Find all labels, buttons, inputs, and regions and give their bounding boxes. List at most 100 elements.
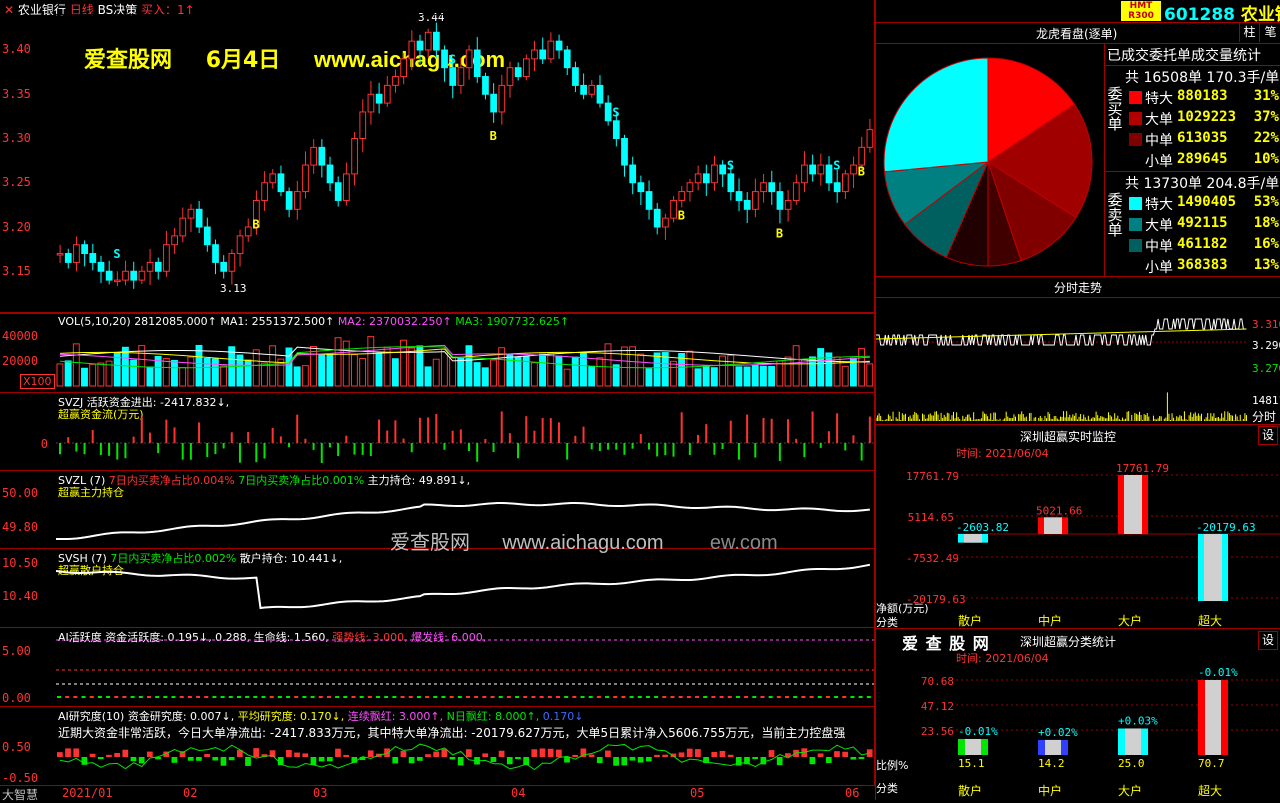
bi-button[interactable]: 笔 xyxy=(1259,23,1280,42)
sell-label: 小单 xyxy=(1145,260,1173,276)
class-bar-inner xyxy=(1125,728,1141,755)
volume-bar xyxy=(710,367,718,387)
sell-value: 1490405 xyxy=(1177,194,1237,210)
buy-row: 小单 289645 10% xyxy=(1125,150,1280,170)
activity-bar xyxy=(678,696,683,698)
research-bar xyxy=(318,757,325,762)
monitor-bar-value: 17761.79 xyxy=(1116,462,1169,475)
svzj-chart xyxy=(56,411,874,463)
activity-bar xyxy=(735,696,740,698)
research-bar xyxy=(204,754,210,757)
fenshi-axis-2: 3.270 xyxy=(1252,362,1280,375)
research-bar xyxy=(294,752,300,757)
candle-body xyxy=(154,261,162,272)
activity-bar xyxy=(629,696,634,698)
candle-body xyxy=(850,164,857,175)
sell-signal: S xyxy=(113,247,120,261)
activity-bar xyxy=(146,696,151,698)
class-unit: 比例% xyxy=(876,759,909,772)
research-bar xyxy=(57,752,63,757)
class-stats-chart: -0.01% 15.1 散户 +0.02% 14.2 中户 +0.03% 25.0 大户 -0.0… xyxy=(956,666,1280,798)
activity-bar xyxy=(842,696,847,698)
research-bar xyxy=(727,754,734,757)
activity-bar xyxy=(89,696,94,698)
close-icon[interactable]: ✕ xyxy=(4,3,14,17)
candle-body xyxy=(122,270,129,281)
research-bar xyxy=(302,753,309,757)
class-axis-1: 47.12 xyxy=(920,700,954,713)
order-stats: 已成交委托单成交量统计 委买单 共 16508单 170.3手/单 特大 8801… xyxy=(1104,43,1280,276)
volume-bar xyxy=(375,352,383,387)
zhu-button[interactable]: 柱 xyxy=(1239,23,1259,42)
candle-body xyxy=(637,182,645,193)
buy-label: 小单 xyxy=(1145,154,1173,170)
price-axis-4: 3.20 xyxy=(2,220,31,234)
activity-bar xyxy=(400,696,405,698)
activity-bar xyxy=(588,696,593,698)
candlestick-chart[interactable]: S B S B S B S B S B xyxy=(56,0,874,312)
research-bar xyxy=(850,757,857,760)
fenshi-label[interactable]: 分时 xyxy=(1252,408,1276,425)
research-bar xyxy=(654,754,660,757)
volume-bar xyxy=(653,352,661,387)
class-settings-button[interactable]: 设 xyxy=(1258,631,1278,650)
ai-research-panel[interactable]: AI研究度(10) 资金研究度: 0.007↓, 平均研究度: 0.170↓, … xyxy=(0,706,875,786)
buy-value: 613035 xyxy=(1177,130,1228,146)
volume-bar xyxy=(743,366,751,387)
volume-bar xyxy=(539,353,547,387)
research-bar xyxy=(400,750,407,757)
candle-body xyxy=(498,84,506,113)
candle-body xyxy=(670,199,677,219)
order-pie-chart xyxy=(883,57,1093,267)
activity-bar xyxy=(384,696,389,698)
intraday-chart[interactable] xyxy=(876,297,1248,423)
candle-body xyxy=(482,76,489,95)
activity-bar xyxy=(155,696,160,698)
volume-bar xyxy=(784,356,792,387)
activity-bar xyxy=(834,696,839,698)
candle-body xyxy=(760,182,767,193)
activity-bar xyxy=(654,696,659,698)
buy-pct: 31% xyxy=(1253,88,1279,104)
ai-active-axis-1: 0.00 xyxy=(2,691,31,705)
monitor-settings-button[interactable]: 设 xyxy=(1258,426,1278,445)
ai-research-axis-0: 0.50 xyxy=(2,740,31,754)
activity-bar xyxy=(670,696,675,698)
date-tick-5: 06 xyxy=(845,786,860,800)
volume-bar xyxy=(146,366,154,387)
candle-body xyxy=(244,226,252,237)
volume-bar xyxy=(367,336,375,387)
buy-pct: 37% xyxy=(1253,109,1279,125)
candle-body xyxy=(400,58,408,78)
kline-panel[interactable]: ✕ 农业银行 日线 BS决策 买入：1↑ 爱查股网 6月4日 www.aicha… xyxy=(0,0,875,313)
candle-body xyxy=(64,253,72,263)
research-bar xyxy=(310,757,317,766)
svzj-panel[interactable]: SVZJ 活跃资金进出: -2417.832↓, 超赢资金流(万元) 0 xyxy=(0,392,875,471)
research-bar xyxy=(637,757,644,763)
activity-bar xyxy=(286,696,291,698)
volume-bar xyxy=(645,368,653,387)
svzl-axis-1: 49.80 xyxy=(2,520,39,534)
candle-body xyxy=(212,244,219,263)
vol-panel[interactable]: VOL(5,10,20) 2812085.000↑ MA1: 2551372.5… xyxy=(0,313,875,393)
research-bar xyxy=(572,754,579,757)
research-bar xyxy=(425,754,431,757)
candle-body xyxy=(842,173,849,193)
candle-body xyxy=(817,164,825,175)
buy-swatch xyxy=(1129,133,1142,146)
volume-bar xyxy=(64,360,72,387)
research-bar xyxy=(466,749,472,757)
research-bar xyxy=(130,757,137,762)
candle-body xyxy=(563,49,571,69)
ai-active-panel[interactable]: AI活跃度 资金活跃度: 0.195↓, 0.288, 生命线: 1.560, … xyxy=(0,627,875,707)
research-bar xyxy=(711,752,718,757)
activity-bar xyxy=(572,696,577,698)
activity-bar xyxy=(596,696,601,698)
activity-bar xyxy=(408,696,413,698)
research-bar xyxy=(196,757,202,761)
svsh-panel[interactable]: SVSH (7) 7日内买卖净占比0.002% 散户持仓: 10.441↓, 超… xyxy=(0,548,875,628)
volume-bar xyxy=(350,354,358,387)
buy-value: 880183 xyxy=(1177,88,1228,104)
vol-axis-0: 40000 xyxy=(2,329,39,343)
research-bar xyxy=(662,754,669,757)
